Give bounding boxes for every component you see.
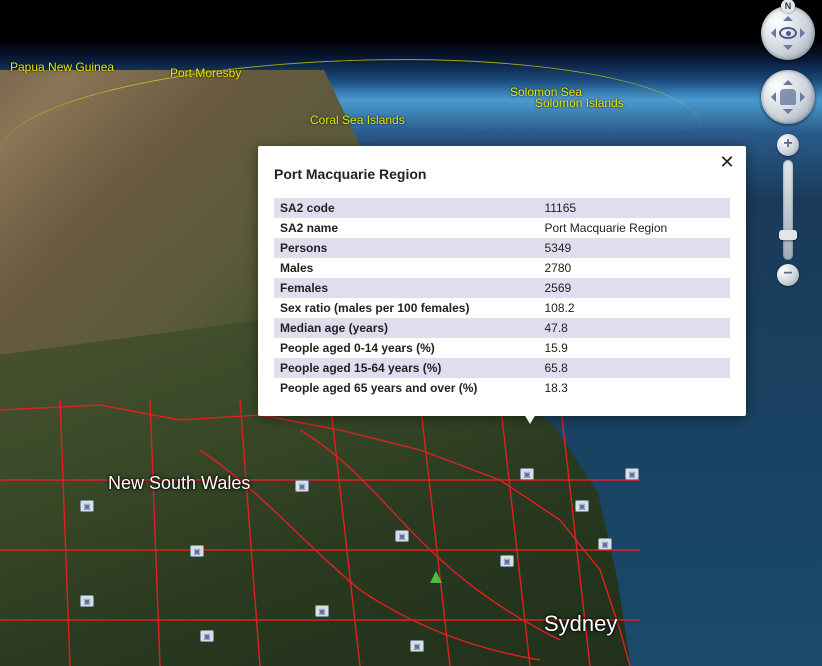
stat-label: SA2 code (274, 198, 538, 218)
map-viewport[interactable]: Papua New Guinea Port Moresby Coral Sea … (0, 0, 822, 666)
stat-value: 108.2 (538, 298, 730, 318)
stat-value: 2569 (538, 278, 730, 298)
info-balloon: ✕ Port Macquarie Region SA2 code11165SA2… (258, 146, 746, 416)
table-row: Persons5349 (274, 238, 730, 258)
table-row: SA2 code11165 (274, 198, 730, 218)
table-row: People aged 65 years and over (%)18.3 (274, 378, 730, 398)
label-png: Papua New Guinea (10, 60, 114, 74)
zoom-slider-thumb[interactable] (779, 230, 797, 240)
zoom-slider-track[interactable] (783, 160, 793, 260)
stat-label: People aged 65 years and over (%) (274, 378, 538, 398)
look-down-icon[interactable] (783, 45, 793, 55)
zoom-out-button[interactable]: − (777, 264, 799, 286)
look-left-icon[interactable] (766, 28, 776, 38)
balloon-title: Port Macquarie Region (274, 166, 730, 182)
placemark-icon[interactable]: ▣ (80, 595, 94, 607)
nav-controls: N + − (760, 6, 816, 286)
pan-right-icon[interactable] (800, 92, 810, 102)
placemark-icon[interactable]: ▣ (500, 555, 514, 567)
zoom-in-button[interactable]: + (777, 134, 799, 156)
placemark-icon[interactable]: ▣ (395, 530, 409, 542)
placemark-icon[interactable]: ▣ (520, 468, 534, 480)
table-row: Sex ratio (males per 100 females)108.2 (274, 298, 730, 318)
zoom-control: + − (777, 134, 799, 286)
table-row: People aged 0-14 years (%)15.9 (274, 338, 730, 358)
eye-icon (779, 27, 797, 39)
placemark-icon[interactable]: ▣ (315, 605, 329, 617)
label-port-moresby: Port Moresby (170, 66, 241, 80)
stat-label: SA2 name (274, 218, 538, 238)
placemark-icon[interactable]: ▣ (295, 480, 309, 492)
label-solomon-islands: Solomon Islands (535, 96, 624, 110)
stat-label: Sex ratio (males per 100 females) (274, 298, 538, 318)
look-ring[interactable]: N (761, 6, 815, 60)
look-right-icon[interactable] (800, 28, 810, 38)
table-row: Median age (years)47.8 (274, 318, 730, 338)
stat-label: Persons (274, 238, 538, 258)
stat-value: 65.8 (538, 358, 730, 378)
stat-value: 5349 (538, 238, 730, 258)
tree-icon[interactable] (430, 565, 442, 583)
placemark-icon[interactable]: ▣ (200, 630, 214, 642)
table-row: SA2 namePort Macquarie Region (274, 218, 730, 238)
table-row: Males2780 (274, 258, 730, 278)
placemark-icon[interactable]: ▣ (190, 545, 204, 557)
pan-down-icon[interactable] (783, 109, 793, 119)
look-up-icon[interactable] (783, 11, 793, 21)
stat-value: Port Macquarie Region (538, 218, 730, 238)
table-row: People aged 15-64 years (%)65.8 (274, 358, 730, 378)
placemark-icon[interactable]: ▣ (625, 468, 639, 480)
placemark-icon[interactable]: ▣ (80, 500, 94, 512)
stat-label: Males (274, 258, 538, 278)
stat-value: 11165 (538, 198, 730, 218)
label-nsw: New South Wales (108, 473, 250, 494)
pan-up-icon[interactable] (783, 75, 793, 85)
placemark-icon[interactable]: ▣ (598, 538, 612, 550)
close-icon[interactable]: ✕ (718, 154, 736, 172)
stat-value: 2780 (538, 258, 730, 278)
stat-value: 47.8 (538, 318, 730, 338)
pan-ring[interactable] (761, 70, 815, 124)
stat-label: Median age (years) (274, 318, 538, 338)
stat-label: Females (274, 278, 538, 298)
hand-icon (780, 89, 796, 105)
placemark-icon[interactable]: ▣ (575, 500, 589, 512)
label-sydney: Sydney (544, 611, 617, 637)
pan-left-icon[interactable] (766, 92, 776, 102)
stat-value: 18.3 (538, 378, 730, 398)
stat-label: People aged 15-64 years (%) (274, 358, 538, 378)
stat-value: 15.9 (538, 338, 730, 358)
table-row: Females2569 (274, 278, 730, 298)
label-coral-sea: Coral Sea Islands (310, 113, 405, 127)
placemark-icon[interactable]: ▣ (410, 640, 424, 652)
stat-label: People aged 0-14 years (%) (274, 338, 538, 358)
stats-table: SA2 code11165SA2 namePort Macquarie Regi… (274, 198, 730, 398)
